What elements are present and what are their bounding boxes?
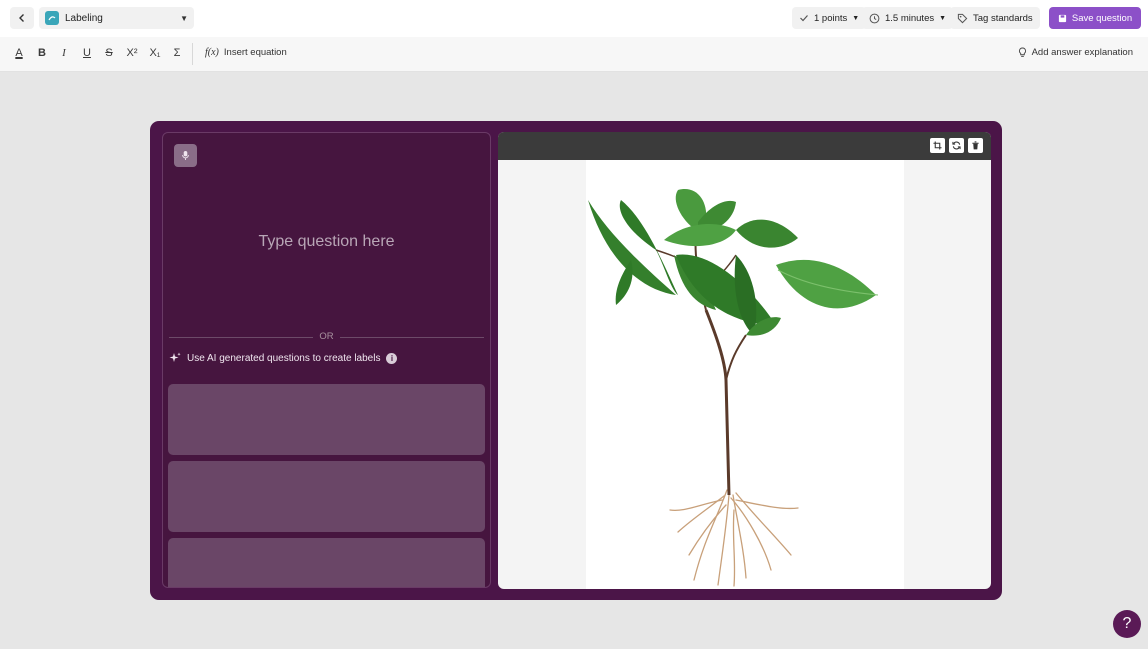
- add-answer-explanation-label: Add answer explanation: [1031, 47, 1133, 58]
- text-color-button[interactable]: A: [12, 47, 26, 59]
- question-type-label: Labeling: [65, 12, 103, 24]
- label-slot[interactable]: [168, 461, 485, 532]
- or-divider: OR: [169, 331, 484, 343]
- voice-input-button[interactable]: [174, 144, 197, 167]
- caret-down-icon: ▼: [939, 14, 947, 22]
- mic-icon: [182, 151, 189, 160]
- strikethrough-button[interactable]: S: [102, 47, 116, 59]
- replace-icon: [952, 141, 961, 150]
- insert-equation-button[interactable]: f(x) Insert equation: [205, 47, 287, 58]
- sparkle-icon: [169, 352, 181, 362]
- lightbulb-icon: [1018, 47, 1026, 57]
- save-question-label: Save question: [1071, 12, 1133, 24]
- ai-generate-labels-button[interactable]: Use AI generated questions to create lab…: [169, 352, 398, 364]
- insert-equation-label: Insert equation: [223, 47, 287, 58]
- tag-icon: [957, 13, 968, 23]
- replace-image-button[interactable]: [949, 138, 964, 153]
- points-label: 1 points: [814, 12, 848, 24]
- save-icon: [1058, 14, 1066, 22]
- check-icon: [800, 15, 808, 22]
- superscript-button[interactable]: X²: [124, 47, 140, 59]
- underline-button[interactable]: U: [80, 47, 94, 59]
- function-icon: f(x): [205, 47, 219, 58]
- labeling-type-icon: [45, 11, 59, 25]
- tag-standards-label: Tag standards: [973, 12, 1033, 24]
- bold-button[interactable]: B: [35, 47, 49, 59]
- question-panel: Type question here OR Use AI generated q…: [162, 132, 491, 588]
- image-toolbar: [498, 132, 991, 160]
- crop-icon: [933, 141, 942, 150]
- crop-button[interactable]: [930, 138, 945, 153]
- save-question-button[interactable]: Save question: [1049, 7, 1141, 29]
- ai-generate-labels-label: Use AI generated questions to create lab…: [187, 352, 381, 364]
- image-panel: [498, 132, 991, 589]
- question-image[interactable]: [586, 160, 904, 589]
- label-slot[interactable]: [168, 538, 485, 587]
- toolbar-divider: [192, 43, 193, 65]
- italic-button[interactable]: I: [57, 47, 71, 59]
- caret-down-icon: ▼: [180, 13, 188, 23]
- tag-standards-button[interactable]: Tag standards: [950, 7, 1040, 29]
- label-slot[interactable]: [168, 384, 485, 455]
- back-button[interactable]: [10, 7, 34, 29]
- delete-image-button[interactable]: [968, 138, 983, 153]
- top-bar: Labeling ▼ 1 points ▼ 1.5 minutes ▼ Tag …: [0, 0, 1148, 37]
- trash-icon: [972, 141, 979, 150]
- sum-button[interactable]: Σ: [170, 47, 184, 59]
- or-divider-label: OR: [319, 331, 334, 342]
- time-label: 1.5 minutes: [885, 12, 935, 24]
- time-dropdown[interactable]: 1.5 minutes ▼: [862, 7, 954, 29]
- info-icon[interactable]: i: [386, 352, 398, 364]
- question-input[interactable]: Type question here: [163, 233, 490, 251]
- format-toolbar: A B I U S X² X₁ Σ f(x) Insert equation A…: [0, 37, 1148, 72]
- add-answer-explanation-button[interactable]: Add answer explanation: [1018, 47, 1133, 58]
- subscript-button[interactable]: X₁: [147, 47, 163, 59]
- caret-down-icon: ▼: [852, 14, 860, 22]
- clock-icon: [869, 13, 880, 23]
- question-type-dropdown[interactable]: Labeling ▼: [39, 7, 194, 29]
- plant-illustration: [588, 189, 879, 587]
- points-dropdown[interactable]: 1 points ▼: [792, 7, 867, 29]
- chevron-left-icon: [19, 14, 24, 22]
- help-button[interactable]: ?: [1113, 610, 1141, 638]
